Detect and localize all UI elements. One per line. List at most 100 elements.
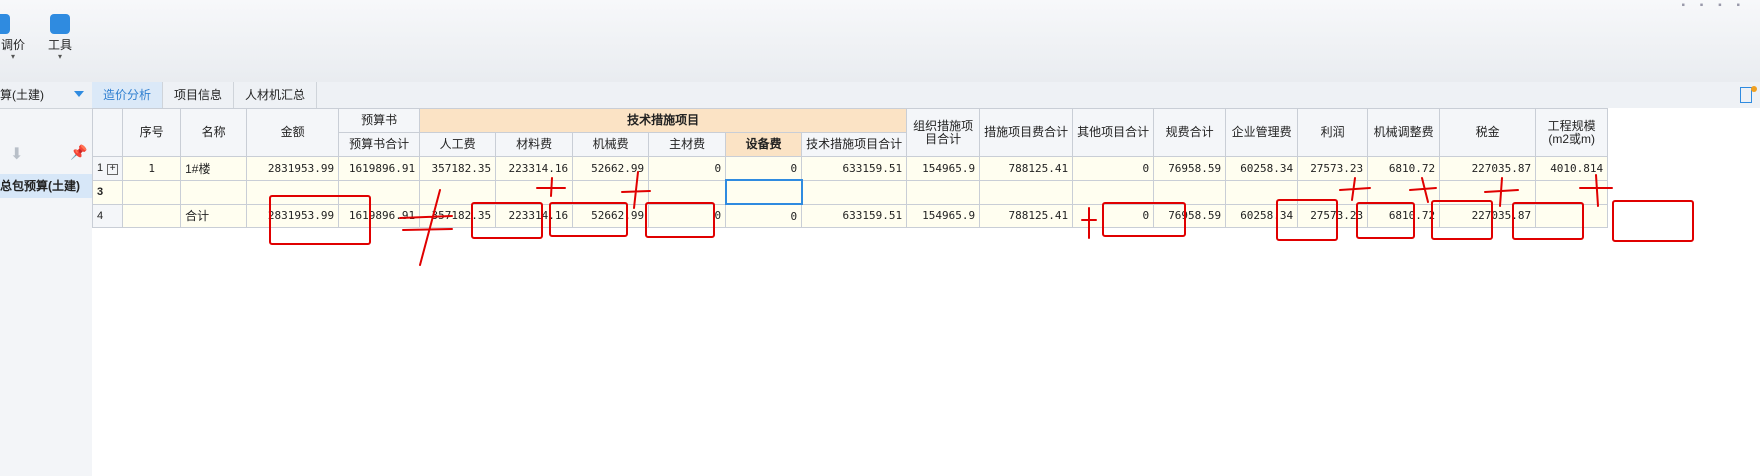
tab-bar: 造价分析 项目信息 人材机汇总: [92, 82, 1760, 109]
tax-cell[interactable]: 227035.87: [1439, 156, 1537, 181]
amount-cell[interactable]: [246, 179, 340, 205]
mgmt-cell[interactable]: 60258.34: [1225, 203, 1299, 228]
measure-total-cell[interactable]: 788125.41: [979, 156, 1074, 181]
cost-table: 序号 名称 金额 预算书 技术措施项目 组织措施项目合计 措施项目费合计 其他项…: [91, 108, 1609, 228]
name-cell[interactable]: [180, 179, 248, 205]
budget-total-cell[interactable]: 1619896.91: [338, 156, 421, 181]
org-total-cell[interactable]: [906, 179, 981, 205]
tab-material-summary[interactable]: 人材机汇总: [234, 82, 317, 108]
tech-total-cell[interactable]: [801, 179, 908, 205]
tools-label: 工具: [47, 38, 72, 52]
table-row-total[interactable]: 4 合计 2831953.99 1619896.91 357182.35 223…: [91, 203, 1609, 228]
seq-cell[interactable]: 1: [122, 156, 182, 181]
equipment-cell-selected[interactable]: [724, 179, 803, 205]
labor-cell[interactable]: 357182.35: [419, 203, 497, 228]
chevron-down-icon: ▾: [57, 52, 62, 61]
machine-cell[interactable]: [572, 179, 650, 205]
tools-button[interactable]: 工具 ▾: [44, 14, 76, 61]
budget-total-cell[interactable]: [338, 179, 421, 205]
fee-total-cell[interactable]: 76958.59: [1153, 156, 1227, 181]
project-selector[interactable]: 算(土建): [0, 82, 92, 109]
machine-cell[interactable]: 52662.99: [572, 156, 650, 181]
material-cell[interactable]: 223314.16: [495, 203, 574, 228]
labor-cell[interactable]: 357182.35: [419, 156, 497, 181]
name-cell[interactable]: 1#楼: [180, 156, 248, 181]
labor-cell[interactable]: [419, 179, 497, 205]
name-header: 名称: [180, 108, 248, 157]
machine-adjust-cell[interactable]: 6810.72: [1367, 156, 1441, 181]
tax-cell[interactable]: 227035.87: [1439, 203, 1537, 228]
scale-cell[interactable]: 4010.814: [1535, 156, 1609, 181]
measure-total-cell[interactable]: 788125.41: [979, 203, 1074, 228]
pin-icon[interactable]: 📌: [70, 144, 87, 161]
tech-total-cell[interactable]: 633159.51: [801, 203, 908, 228]
profit-cell[interactable]: 27573.23: [1297, 203, 1369, 228]
tech-total-cell[interactable]: 633159.51: [801, 156, 908, 181]
move-down-icon[interactable]: ⬇: [10, 144, 23, 164]
equipment-header: 设备费: [725, 132, 803, 157]
tree-item-general-budget[interactable]: 总包预算(土建): [0, 174, 92, 198]
tree-item-label: 总包预算(土建): [0, 179, 80, 193]
table-row[interactable]: 3: [91, 179, 1609, 205]
tech-measures-group-header: 技术措施项目: [419, 108, 908, 133]
main-material-cell[interactable]: [648, 179, 727, 205]
measure-total-cell[interactable]: [979, 179, 1074, 205]
price-adjust-label: 调价: [0, 38, 25, 52]
profit-cell[interactable]: 27573.23: [1297, 156, 1369, 181]
project-selector-label: 算(土建): [0, 88, 44, 102]
other-total-cell[interactable]: 0: [1072, 156, 1155, 181]
other-total-cell[interactable]: 0: [1072, 203, 1155, 228]
org-total-cell[interactable]: 154965.9: [906, 203, 981, 228]
seq-cell[interactable]: [122, 203, 182, 228]
seq-cell[interactable]: [122, 179, 182, 205]
budget-group-header: 预算书: [338, 108, 421, 133]
other-total-cell[interactable]: [1072, 179, 1155, 205]
tab-cost-analysis[interactable]: 造价分析: [92, 82, 163, 108]
tools-icon: [50, 14, 70, 34]
tax-cell[interactable]: [1439, 179, 1537, 205]
budget-total-header: 预算书合计: [338, 132, 421, 157]
seq-header: 序号: [122, 108, 182, 157]
equipment-cell[interactable]: 0: [725, 203, 803, 228]
settings-icon[interactable]: [1740, 86, 1757, 103]
chevron-down-icon[interactable]: [74, 91, 84, 97]
machine-adjust-cell[interactable]: 6810.72: [1367, 203, 1441, 228]
material-header: 材料费: [495, 132, 574, 157]
row-number: 4: [91, 203, 124, 228]
window-controls[interactable]: ▪ ▪ ▪ ▪: [1681, 0, 1746, 11]
chevron-down-icon: ▾: [10, 52, 15, 61]
equipment-cell[interactable]: 0: [725, 156, 803, 181]
machine-cell[interactable]: 52662.99: [572, 203, 650, 228]
scale-cell[interactable]: [1535, 203, 1609, 228]
name-cell[interactable]: 合计: [180, 203, 248, 228]
labor-header: 人工费: [419, 132, 497, 157]
scale-cell[interactable]: [1535, 179, 1609, 205]
profit-cell[interactable]: [1297, 179, 1369, 205]
tab-project-info[interactable]: 项目信息: [163, 82, 234, 108]
other-total-header: 其他项目合计: [1072, 108, 1155, 157]
row-number: 1 +: [91, 156, 124, 181]
machine-header: 机械费: [572, 132, 650, 157]
fee-total-header: 规费合计: [1153, 108, 1227, 157]
main-material-cell[interactable]: 0: [648, 156, 727, 181]
mgmt-cell[interactable]: [1225, 179, 1299, 205]
material-cell[interactable]: 223314.16: [495, 156, 574, 181]
fee-total-cell[interactable]: 76958.59: [1153, 203, 1227, 228]
ribbon-toolbar: 调价 ▾ 工具 ▾ ▪ ▪ ▪ ▪: [0, 0, 1760, 83]
amount-cell[interactable]: 2831953.99: [246, 156, 340, 181]
price-adjust-button[interactable]: 调价 ▾: [0, 14, 26, 61]
mgmt-header: 企业管理费: [1225, 108, 1299, 157]
tech-total-header: 技术措施项目合计: [801, 132, 908, 157]
table-row[interactable]: 1 + 1 1#楼 2831953.99 1619896.91 357182.35…: [91, 156, 1609, 181]
org-total-cell[interactable]: 154965.9: [906, 156, 981, 181]
fee-total-cell[interactable]: [1153, 179, 1227, 205]
amount-cell[interactable]: 2831953.99: [246, 203, 340, 228]
tree-tools: ⬇ 📌: [0, 142, 92, 166]
machine-adjust-cell[interactable]: [1367, 179, 1441, 205]
main-material-cell[interactable]: 0: [648, 203, 727, 228]
material-cell[interactable]: [495, 179, 574, 205]
mgmt-cell[interactable]: 60258.34: [1225, 156, 1299, 181]
budget-total-cell[interactable]: 1619896.91: [338, 203, 421, 228]
expand-icon[interactable]: +: [107, 163, 119, 175]
profit-header: 利润: [1297, 108, 1369, 157]
